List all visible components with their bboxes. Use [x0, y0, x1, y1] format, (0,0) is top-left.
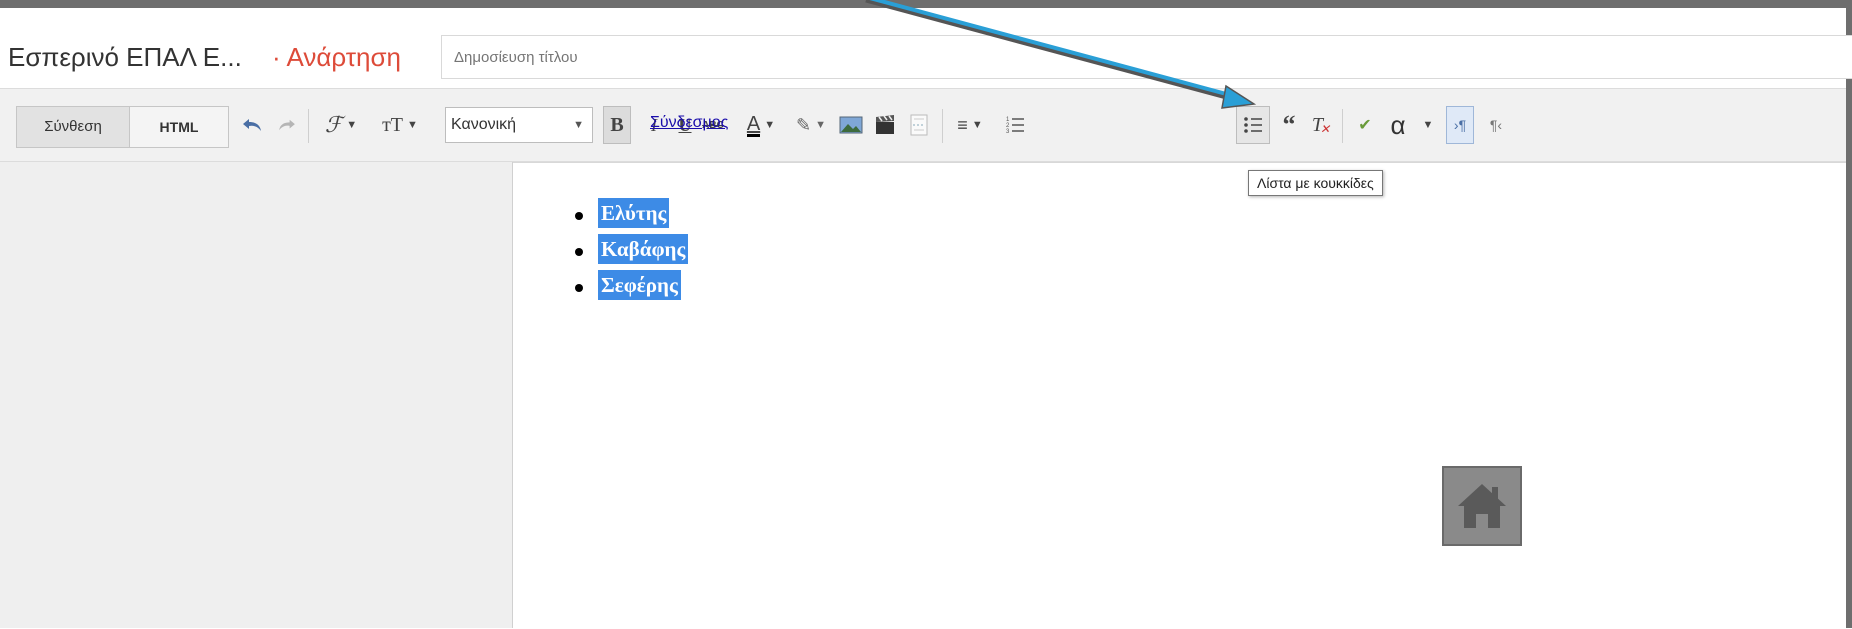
side-panel — [0, 162, 513, 628]
window-frame-right — [1846, 0, 1852, 628]
highlight-icon[interactable]: ✎ ▼ — [788, 106, 834, 144]
editor-area[interactable]: Ελύτης Καβάφης Σεφέρης — [513, 162, 1846, 629]
toolbar-separator — [1342, 109, 1343, 143]
toolbar-separator — [308, 109, 309, 143]
align-icon[interactable]: ≡ ▼ — [948, 106, 992, 144]
spellcheck-icon[interactable]: ✔ — [1350, 106, 1380, 144]
font-family-icon[interactable]: ℱ ▼ — [316, 106, 366, 144]
window-frame-top — [0, 0, 1852, 8]
tooltip: Λίστα με κουκκίδες — [1248, 170, 1383, 196]
font-size-icon[interactable]: тT ▼ — [368, 106, 432, 144]
jump-break-icon[interactable] — [904, 106, 934, 144]
undo-icon[interactable] — [236, 106, 268, 144]
image-icon[interactable] — [836, 106, 866, 144]
mode-tabs: Σύνθεση HTML — [16, 106, 229, 148]
bulleted-list-icon[interactable] — [1236, 106, 1270, 144]
rtl-icon[interactable]: ¶‹ — [1482, 106, 1510, 144]
quote-icon[interactable]: “ — [1274, 106, 1304, 144]
list-item-text: Ελύτης — [598, 198, 670, 228]
home-button[interactable] — [1442, 466, 1522, 546]
tab-html[interactable]: HTML — [129, 107, 228, 147]
bullet-icon — [575, 248, 583, 256]
bullet-icon — [575, 212, 583, 220]
ltr-icon[interactable]: ›¶ — [1446, 106, 1474, 144]
video-icon[interactable] — [870, 106, 900, 144]
font-size-select[interactable]: Κανονική ▼ — [445, 107, 593, 143]
post-title-input[interactable] — [441, 35, 1852, 79]
toolbar-separator — [942, 109, 943, 143]
post-header: Εσπερινό ΕΠΑΛ Ε... · Ανάρτηση — [0, 8, 1852, 89]
svg-text:3: 3 — [1006, 129, 1010, 135]
tab-compose[interactable]: Σύνθεση — [17, 107, 129, 147]
home-icon — [1458, 484, 1506, 528]
text-color-icon[interactable]: A ▼ — [736, 106, 786, 144]
editor-toolbar: Σύνθεση HTML ℱ ▼ тT ▼ Κανονική ▼ B I U ABC… — [0, 89, 1846, 162]
chevron-down-icon: ▼ — [573, 119, 584, 131]
clear-formatting-icon[interactable]: T ✕ — [1306, 106, 1336, 144]
redo-icon[interactable] — [272, 106, 302, 144]
list-item-text: Καβάφης — [598, 234, 689, 264]
numbered-list-icon[interactable]: 123 — [1000, 106, 1030, 144]
font-size-value: Κανονική — [451, 116, 517, 133]
bold-icon[interactable]: B — [603, 106, 631, 144]
special-characters-button[interactable]: α — [1384, 106, 1412, 144]
bullet-icon — [575, 284, 583, 292]
blog-name[interactable]: Εσπερινό ΕΠΑΛ Ε... — [8, 42, 242, 73]
list-item-text: Σεφέρης — [598, 270, 681, 300]
chevron-down-icon[interactable]: ▼ — [1418, 106, 1438, 144]
post-label: · Ανάρτηση — [272, 42, 402, 72]
link-button[interactable]: Σύνδεσμος — [650, 114, 728, 132]
